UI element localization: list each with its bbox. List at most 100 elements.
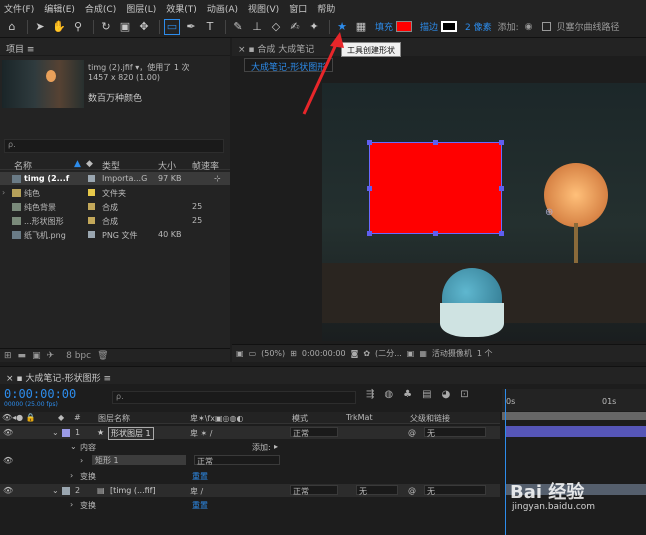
item-label-swatch[interactable] — [88, 217, 95, 224]
preview-icon[interactable]: ▣ — [236, 349, 244, 358]
trash-icon[interactable]: 🗑 — [97, 351, 108, 361]
label-tag-icon[interactable]: ◆ — [86, 159, 93, 169]
timeline-tab[interactable]: × ▪ 大成笔记-形状图形 ≡ — [0, 366, 646, 384]
pan-behind-tool-icon[interactable]: ✥ — [136, 19, 152, 35]
layer-name[interactable]: [timg (...fif] — [110, 486, 156, 495]
chevron-down-icon[interactable]: ⌄ — [52, 428, 59, 437]
rotate-tool-icon[interactable]: ↻ — [98, 19, 114, 35]
motion-blur-icon[interactable]: ◕ — [442, 389, 451, 400]
comp-flowchart-icon[interactable]: ⇶ — [366, 389, 374, 400]
menu-help[interactable]: 帮助 — [317, 2, 335, 15]
chevron-right-icon[interactable]: › — [70, 500, 73, 509]
pen-tool-icon[interactable]: ✒ — [183, 19, 199, 35]
grid-icon[interactable]: ▦ — [353, 19, 369, 35]
transform-handle[interactable] — [499, 186, 504, 191]
timeline-search-input[interactable]: ρ. — [112, 391, 356, 404]
resolution-dropdown[interactable]: (二分... — [375, 348, 402, 359]
parent-dropdown[interactable]: 无 — [424, 427, 486, 438]
type-tool-icon[interactable]: T — [202, 19, 218, 35]
transform-handle[interactable] — [499, 140, 504, 145]
transform-handle[interactable] — [499, 231, 504, 236]
transform-handle[interactable] — [367, 140, 372, 145]
menu-window[interactable]: 窗口 — [289, 2, 307, 15]
bezier-checkbox[interactable] — [541, 22, 551, 31]
chevron-down-icon[interactable]: ⌄ — [52, 486, 59, 495]
layer-mode-dropdown[interactable]: 正常 — [290, 427, 338, 438]
project-search-input[interactable]: ρ. — [4, 139, 224, 153]
composition-panel-tab[interactable]: × ▪ 合成 大成笔记 — [232, 38, 646, 56]
col-size[interactable]: 大小 — [158, 159, 176, 172]
item-label-swatch[interactable] — [88, 175, 95, 182]
menu-layer[interactable]: 图层(L) — [126, 2, 156, 15]
transparency-grid-icon[interactable]: ▦ — [419, 349, 427, 358]
playhead[interactable] — [505, 389, 506, 535]
time-ruler[interactable]: 0s 01s — [502, 389, 646, 411]
col-parent[interactable]: 父级和链接 — [410, 413, 450, 424]
menu-composition[interactable]: 合成(C) — [85, 2, 116, 15]
roi-icon[interactable]: ▣ — [407, 349, 415, 358]
fill-label[interactable]: 填充 — [375, 20, 393, 33]
pickwhip-icon[interactable]: @ — [408, 428, 416, 437]
chevron-right-icon[interactable]: › — [80, 456, 83, 465]
parent-dropdown[interactable]: 无 — [424, 485, 486, 496]
interpret-footage-icon[interactable]: ⊞ — [4, 351, 12, 361]
chevron-right-icon[interactable]: › — [70, 471, 73, 480]
selection-tool-icon[interactable]: ➤ — [32, 19, 48, 35]
shy-icon[interactable]: ♣ — [403, 389, 412, 400]
transform-handle[interactable] — [367, 186, 372, 191]
color-channel-icon[interactable]: ✿ — [363, 349, 370, 358]
project-panel-tab[interactable]: 项目 ≡ — [0, 38, 230, 56]
bpc-button[interactable]: 8 bpc — [66, 351, 91, 361]
current-time[interactable]: 0:00:00:00 — [302, 349, 346, 358]
reset-link[interactable]: 重置 — [192, 471, 208, 482]
transform-handle[interactable] — [433, 231, 438, 236]
add-circle-icon[interactable]: ▸ — [274, 442, 278, 451]
flowchart-icon[interactable]: ✈ — [47, 351, 55, 361]
visibility-icon[interactable]: 👁 — [3, 428, 13, 437]
clone-stamp-tool-icon[interactable]: ⊥ — [249, 19, 265, 35]
menu-edit[interactable]: 编辑(E) — [44, 2, 75, 15]
project-item[interactable]: ...形状图形 合成 25 — [0, 214, 230, 227]
sort-ascending-icon[interactable]: ▲ — [74, 159, 81, 169]
layer-mode-dropdown[interactable]: 正常 — [290, 485, 338, 496]
item-label-swatch[interactable] — [88, 231, 95, 238]
menu-file[interactable]: 文件(F) — [4, 2, 34, 15]
eraser-tool-icon[interactable]: ◇ — [268, 19, 284, 35]
col-type[interactable]: 类型 — [102, 159, 120, 172]
menu-effect[interactable]: 效果(T) — [166, 2, 197, 15]
camera-tool-icon[interactable]: ▣ — [117, 19, 133, 35]
layer-label-swatch[interactable] — [62, 429, 70, 437]
layer-1-duration-bar[interactable] — [505, 426, 646, 437]
col-rate[interactable]: 帧速率 — [192, 159, 219, 172]
visibility-icon[interactable]: 👁 — [3, 486, 13, 495]
col-layer-name[interactable]: 图层名称 — [98, 413, 130, 424]
reset-link[interactable]: 重置 — [192, 500, 208, 511]
pickwhip-icon[interactable]: @ — [408, 486, 416, 495]
col-trkmat[interactable]: TrkMat — [346, 413, 373, 422]
layer-row[interactable]: 👁 ⌄ 2 ▤ [timg (...fif] 卑 / 正常 无 @ 无 — [0, 484, 500, 497]
red-rectangle-shape[interactable] — [367, 140, 504, 236]
menu-animation[interactable]: 动画(A) — [207, 2, 238, 15]
rect-blend-dropdown[interactable]: 正常 — [194, 455, 280, 466]
item-label-swatch[interactable] — [88, 189, 95, 196]
new-folder-icon[interactable]: ▬ — [18, 351, 27, 361]
draft-3d-icon[interactable]: ◍ — [384, 389, 393, 400]
camera-dropdown[interactable]: 活动摄像机 — [432, 348, 472, 359]
project-item[interactable]: › 纯色 文件夹 — [0, 186, 230, 199]
chevron-right-icon[interactable]: › — [2, 188, 5, 197]
transform-handle[interactable] — [367, 231, 372, 236]
layer-name[interactable]: 形状图层 1 — [108, 427, 154, 440]
trkmat-dropdown[interactable]: 无 — [356, 485, 398, 496]
home-icon[interactable]: ⌂ — [4, 19, 20, 35]
chevron-down-icon[interactable]: ⌄ — [70, 442, 77, 451]
layer-switch-icons[interactable]: 卑 / — [190, 486, 203, 497]
col-mode[interactable]: 模式 — [292, 413, 308, 424]
rectangle-group-name[interactable]: 矩形 1 — [92, 455, 186, 465]
fill-color-swatch[interactable] — [396, 21, 413, 32]
view-layout-dropdown[interactable]: 1 个 — [477, 348, 493, 359]
new-composition-icon[interactable]: ▣ — [32, 351, 41, 361]
col-name[interactable]: 名称 — [14, 159, 32, 172]
stroke-color-swatch[interactable] — [441, 21, 458, 32]
rectangle-tool-icon[interactable]: ▭ — [164, 18, 180, 35]
item-label-swatch[interactable] — [88, 203, 95, 210]
